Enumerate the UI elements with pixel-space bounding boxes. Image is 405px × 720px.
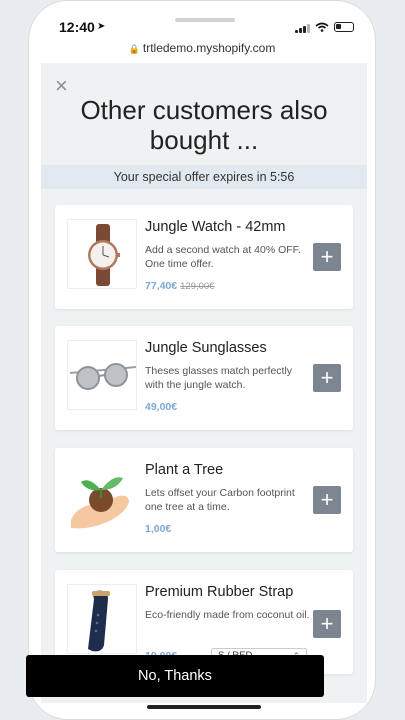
price-row: 49,00€ bbox=[145, 401, 177, 413]
wifi-icon bbox=[315, 21, 329, 35]
price-row: 77,40€ 129,00€ bbox=[145, 280, 214, 292]
add-to-cart-button[interactable]: + bbox=[313, 364, 341, 392]
offer-timer: Your special offer expires in 5:56 bbox=[41, 165, 367, 189]
popup-title: Other customers also bought ... bbox=[41, 95, 367, 155]
sunglasses-image[interactable] bbox=[67, 340, 137, 410]
product-card: Jungle Watch - 42mm Add a second watch a… bbox=[55, 205, 353, 309]
no-thanks-button[interactable]: No, Thanks bbox=[26, 655, 324, 697]
price-row: 1,00€ bbox=[145, 523, 171, 535]
upsell-popup: × Other customers also bought ... Your s… bbox=[41, 63, 367, 703]
product-description: Eco-friendly made from coconut oil. bbox=[145, 609, 310, 621]
plant-in-hand-image[interactable] bbox=[67, 462, 137, 532]
add-to-cart-button[interactable]: + bbox=[313, 610, 341, 638]
product-price: 77,40€ bbox=[145, 280, 178, 292]
status-time: 12:40 bbox=[59, 19, 95, 35]
product-title: Jungle Watch - 42mm bbox=[145, 219, 286, 235]
battery-icon bbox=[334, 22, 354, 32]
url-text: trtledemo.myshopify.com bbox=[142, 41, 276, 55]
notch-indicator bbox=[175, 18, 235, 22]
location-arrow-icon: ➤ bbox=[97, 21, 106, 32]
cellular-signal-icon bbox=[295, 23, 313, 33]
product-title: Jungle Sunglasses bbox=[145, 340, 267, 356]
phone-frame: 12:40 ➤ 🔒 trtledemo.myshopify.com × Other… bbox=[28, 0, 376, 720]
product-card: Plant a Tree Lets offset your Carbon foo… bbox=[55, 448, 353, 552]
address-bar[interactable]: 🔒 trtledemo.myshopify.com bbox=[29, 41, 375, 63]
product-title: Premium Rubber Strap bbox=[145, 584, 294, 600]
product-price: 1,00€ bbox=[145, 523, 172, 535]
product-card: Jungle Sunglasses Theses glasses match p… bbox=[55, 326, 353, 430]
product-description: Lets offset your Carbon footprint one tr… bbox=[145, 487, 295, 513]
add-to-cart-button[interactable]: + bbox=[313, 486, 341, 514]
product-description: Add a second watch at 40% OFF. One time … bbox=[145, 244, 301, 270]
rubber-strap-image[interactable] bbox=[67, 584, 137, 654]
lock-icon: 🔒 bbox=[128, 44, 140, 54]
popup-title-line1: Other customers also bbox=[80, 95, 328, 125]
product-price: 49,00€ bbox=[145, 401, 178, 413]
watch-image[interactable] bbox=[67, 219, 137, 289]
product-description: Theses glasses match perfectly with the … bbox=[145, 365, 293, 391]
compare-at-price: 129,00€ bbox=[180, 281, 215, 292]
product-title: Plant a Tree bbox=[145, 462, 224, 478]
status-bar: 12:40 ➤ bbox=[29, 1, 375, 45]
home-indicator bbox=[147, 705, 261, 709]
add-to-cart-button[interactable]: + bbox=[313, 243, 341, 271]
popup-title-line2: bought ... bbox=[149, 125, 259, 155]
